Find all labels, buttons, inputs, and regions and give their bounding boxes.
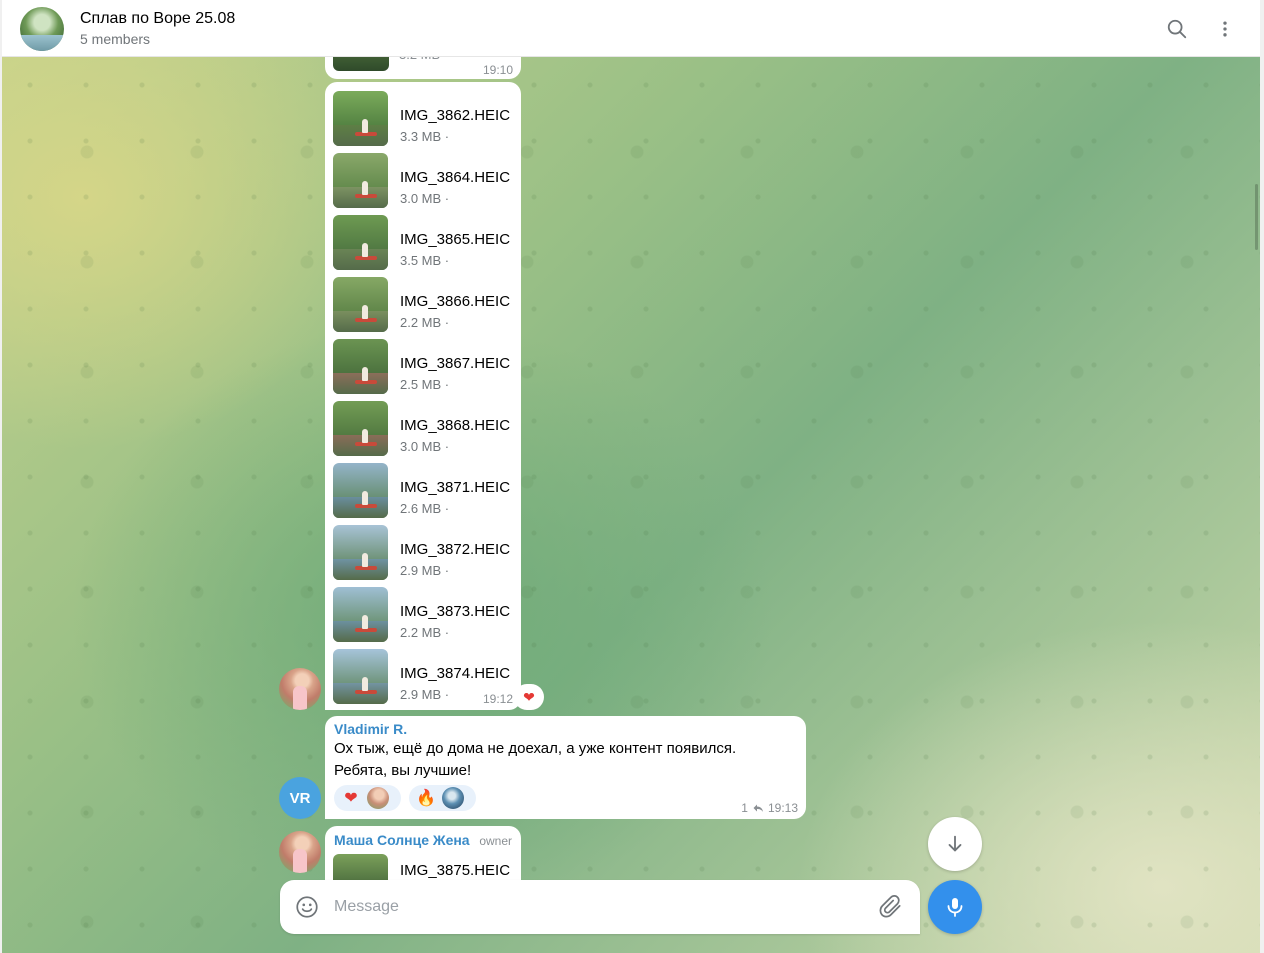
message-input[interactable] xyxy=(334,895,864,919)
message-time: 19:10 xyxy=(482,63,513,77)
file-name[interactable]: IMG_3862.HEIC xyxy=(400,107,510,124)
file-size: 3.3 MB · xyxy=(400,129,450,144)
search-icon xyxy=(1167,19,1187,39)
file-item[interactable]: IMG_3873.HEIC 2.2 MB · xyxy=(325,587,521,643)
file-name[interactable]: IMG_3872.HEIC xyxy=(400,541,510,558)
file-item[interactable]: IMG_3871.HEIC 2.6 MB · xyxy=(325,463,521,519)
file-thumbnail[interactable] xyxy=(333,339,388,394)
file-name[interactable]: IMG_3868.HEIC xyxy=(400,417,510,434)
file-thumbnail[interactable] xyxy=(333,463,388,518)
file-size: 3.0 MB · xyxy=(400,439,450,454)
heart-icon: ❤ xyxy=(523,688,535,705)
microphone-icon xyxy=(947,898,963,917)
avatar[interactable] xyxy=(279,668,321,710)
reactor-avatar xyxy=(442,787,464,809)
file-name[interactable]: IMG_3867.HEIC xyxy=(400,355,510,372)
reaction-pill-heart[interactable]: ❤ xyxy=(334,785,401,811)
file-thumbnail[interactable] xyxy=(333,525,388,580)
file-item[interactable]: IMG_3866.HEIC 2.2 MB · xyxy=(325,277,521,333)
message-bubble-vladimir[interactable]: Vladimir R. Ох тыж, ещё до дома не доеха… xyxy=(325,716,806,819)
file-name[interactable]: IMG_3871.HEIC xyxy=(400,479,510,496)
message-text-line: Ребята, вы лучшие! xyxy=(334,762,472,779)
file-size: 3.5 MB · xyxy=(400,253,450,268)
message-meta: 1 19:13 xyxy=(741,801,798,815)
file-size: 2.6 MB · xyxy=(400,501,450,516)
file-thumbnail[interactable] xyxy=(333,854,388,880)
smile-icon xyxy=(296,896,318,918)
file-name[interactable]: IMG_3875.HEIC xyxy=(400,862,510,879)
emoji-button[interactable] xyxy=(294,894,320,920)
files-album-bubble[interactable]: IMG_3862.HEIC 3.3 MB · IMG_3864.HEIC 3.0 MB… xyxy=(325,82,521,710)
file-size: 2.2 MB · xyxy=(400,625,450,640)
file-thumbnail[interactable] xyxy=(333,215,388,270)
heart-icon: ❤ xyxy=(344,790,358,807)
message-time: 19:12 xyxy=(482,692,513,706)
reply-count[interactable]: 1 xyxy=(741,801,748,815)
file-item[interactable]: IMG_3865.HEIC 3.5 MB · xyxy=(325,215,521,271)
reactor-avatar xyxy=(367,787,389,809)
message-bubble-owner[interactable]: Маша Солнце Жена owner IMG_3875.HEIC xyxy=(325,826,521,880)
attach-button[interactable] xyxy=(878,894,904,920)
fire-icon: 🔥 xyxy=(416,790,436,807)
file-thumbnail[interactable] xyxy=(333,91,388,146)
chat-member-count: 5 members xyxy=(80,31,151,47)
file-size: 3.0 MB · xyxy=(400,191,450,206)
file-thumbnail[interactable] xyxy=(333,153,388,208)
reaction-pill-fire[interactable]: 🔥 xyxy=(409,785,476,811)
file-item[interactable]: IMG_3864.HEIC 3.0 MB · xyxy=(325,153,521,209)
avatar-vladimir[interactable]: VR xyxy=(279,777,321,819)
voice-message-button[interactable] xyxy=(928,880,982,934)
file-name[interactable]: IMG_3874.HEIC xyxy=(400,665,510,682)
message-time: 19:13 xyxy=(767,801,798,815)
file-thumbnail[interactable] xyxy=(333,401,388,456)
more-menu-button[interactable] xyxy=(1208,12,1242,46)
file-item[interactable]: IMG_3872.HEIC 2.9 MB · xyxy=(325,525,521,581)
chat-header: Сплав по Воре 25.08 5 members xyxy=(2,0,1260,57)
file-size: 2.5 MB · xyxy=(400,377,450,392)
search-button[interactable] xyxy=(1160,12,1194,46)
file-name[interactable]: IMG_3873.HEIC xyxy=(400,603,510,620)
file-name[interactable]: IMG_3864.HEIC xyxy=(400,169,510,186)
file-name[interactable]: IMG_3866.HEIC xyxy=(400,293,510,310)
chat-title[interactable]: Сплав по Воре 25.08 xyxy=(80,10,235,28)
more-vertical-icon xyxy=(1223,21,1227,37)
file-thumbnail[interactable] xyxy=(333,649,388,704)
file-size: 2.9 MB · xyxy=(400,687,450,702)
scroll-to-bottom-button[interactable] xyxy=(928,817,982,871)
arrow-down-icon xyxy=(948,835,962,852)
file-size: 2.2 MB · xyxy=(400,315,450,330)
sender-name[interactable]: Vladimir R. xyxy=(334,721,407,737)
file-thumbnail[interactable] xyxy=(333,587,388,642)
file-item[interactable]: IMG_3868.HEIC 3.0 MB · xyxy=(325,401,521,457)
file-name[interactable]: IMG_3865.HEIC xyxy=(400,231,510,248)
file-item[interactable]: IMG_3862.HEIC 3.3 MB · xyxy=(325,91,521,147)
message-composer xyxy=(280,880,920,934)
file-item[interactable]: IMG_3867.HEIC 2.5 MB · xyxy=(325,339,521,395)
message-text-line: Ох тыж, ещё до дома не доехал, а уже кон… xyxy=(334,740,737,757)
scrollbar[interactable] xyxy=(1255,184,1258,250)
chat-avatar[interactable] xyxy=(20,7,64,51)
paperclip-icon xyxy=(879,895,901,918)
file-thumbnail[interactable] xyxy=(333,277,388,332)
telegram-chat-window: Сплав по Воре 25.08 5 members 3.2 MB 19:… xyxy=(0,0,1264,953)
reply-icon xyxy=(753,804,763,812)
heart-reaction[interactable]: ❤ xyxy=(514,684,544,710)
avatar-owner[interactable] xyxy=(279,831,321,873)
file-size: 2.9 MB · xyxy=(400,563,450,578)
sender-name[interactable]: Маша Солнце Жена xyxy=(334,832,470,848)
owner-badge: owner xyxy=(479,834,512,848)
